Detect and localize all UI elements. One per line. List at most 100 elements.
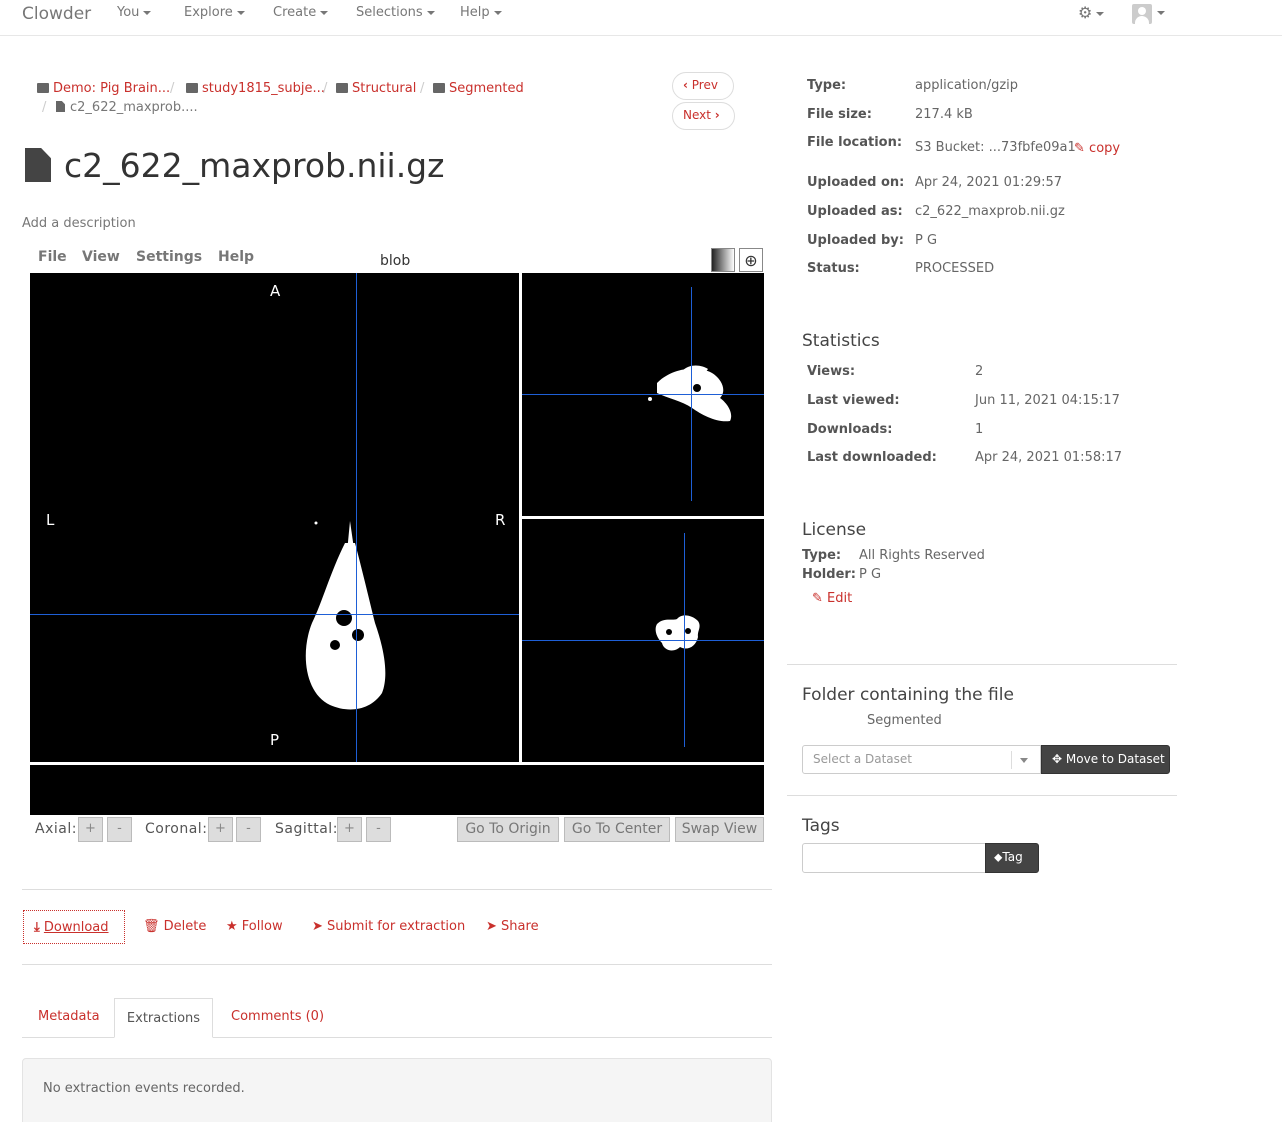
tags-heading: Tags: [802, 816, 840, 836]
add-tag-button[interactable]: ⬥Tag: [985, 843, 1039, 873]
type-label: Type:: [807, 78, 847, 93]
location-value: S3 Bucket: ...73fbfe09a1: [915, 140, 1076, 155]
swap-view-button[interactable]: Swap View: [675, 817, 764, 842]
viewer-coronal-panel[interactable]: [522, 273, 764, 516]
breadcrumb-separator: /: [323, 81, 328, 96]
type-value: application/gzip: [915, 78, 1019, 93]
download-icon: ⤓: [34, 920, 40, 935]
divider: [787, 664, 1177, 665]
share-button[interactable]: ➤ Share: [486, 919, 539, 934]
size-label: File size:: [807, 107, 872, 122]
chevron-down-icon: [320, 10, 329, 15]
orientation-top: A: [270, 282, 281, 300]
crosshair-horizontal: [30, 614, 519, 615]
license-type-value: All Rights Reserved: [859, 548, 985, 563]
viewer-main-panel[interactable]: A P L R: [30, 273, 519, 762]
move-to-dataset-button[interactable]: ✥ Move to Dataset: [1041, 745, 1170, 774]
uploaded-by-link[interactable]: P G: [915, 233, 937, 248]
go-to-center-button[interactable]: Go To Center: [564, 817, 670, 842]
nav-create[interactable]: Create: [273, 5, 329, 20]
orientation-bottom: P: [270, 731, 280, 749]
edit-icon: ✎: [812, 591, 823, 606]
viewer-slider-bar[interactable]: [30, 765, 764, 815]
chevron-left-icon: ‹: [683, 78, 688, 92]
add-description-link[interactable]: Add a description: [22, 216, 136, 231]
go-to-origin-button[interactable]: Go To Origin: [457, 817, 559, 842]
star-icon: ★: [226, 919, 238, 934]
breadcrumb-folder-segmented[interactable]: Segmented: [433, 81, 524, 96]
sagittal-minus-button[interactable]: -: [366, 817, 391, 842]
extractions-panel: No extraction events recorded.: [22, 1058, 772, 1122]
copy-button[interactable]: ✎ copy: [1074, 141, 1120, 156]
axial-plus-button[interactable]: +: [78, 817, 103, 842]
coronal-plus-button[interactable]: +: [208, 817, 233, 842]
send-icon: ➤: [312, 919, 323, 934]
breadcrumb-dataset[interactable]: study1815_subje...: [186, 81, 325, 96]
page-title: c2_622_maxprob.nii.gz: [64, 146, 445, 185]
prev-button[interactable]: ‹ Prev: [672, 72, 734, 100]
next-button[interactable]: Next ›: [672, 102, 735, 130]
last-downloaded-label: Last downloaded:: [807, 450, 937, 465]
viewer-menu-view[interactable]: View: [82, 249, 120, 265]
last-viewed-label: Last viewed:: [807, 393, 900, 408]
crosshair-horizontal: [522, 394, 764, 395]
license-holder-value: P G: [859, 567, 882, 582]
avatar[interactable]: [1132, 4, 1152, 24]
chevron-down-icon: [426, 10, 435, 15]
license-edit-button[interactable]: ✎ Edit: [812, 591, 852, 606]
nav-selections[interactable]: Selections: [356, 5, 435, 20]
nav-help[interactable]: Help: [460, 5, 502, 20]
contrast-icon[interactable]: [711, 248, 735, 272]
download-button[interactable]: ⤓ Download: [23, 910, 125, 944]
coronal-label: Coronal:: [145, 821, 208, 837]
tab-comments[interactable]: Comments (0): [231, 1009, 324, 1024]
folder-link[interactable]: Segmented: [867, 713, 942, 728]
viewer-sagittal-panel[interactable]: [522, 519, 764, 762]
statistics-heading: Statistics: [802, 331, 880, 351]
breadcrumb-space[interactable]: Demo: Pig Brain...: [37, 81, 170, 96]
tag-input[interactable]: [802, 843, 986, 873]
brand-logo[interactable]: Clowder: [22, 4, 91, 24]
axial-label: Axial:: [35, 821, 77, 837]
last-downloaded-value: Apr 24, 2021 01:58:17: [975, 450, 1123, 465]
uploaded-on-value: Apr 24, 2021 01:29:57: [915, 175, 1063, 190]
downloads-label: Downloads:: [807, 422, 893, 437]
dataset-select[interactable]: Select a Dataset: [802, 745, 1041, 774]
submit-extraction-button[interactable]: ➤ Submit for extraction: [312, 919, 465, 934]
breadcrumb-folder-structural[interactable]: Structural: [336, 81, 416, 96]
viewer-menu-help[interactable]: Help: [218, 249, 254, 265]
viewer-menu-settings[interactable]: Settings: [136, 249, 202, 265]
file-icon: [25, 148, 51, 182]
axial-minus-button[interactable]: -: [107, 817, 132, 842]
breadcrumb-separator: /: [42, 100, 47, 115]
tab-extractions[interactable]: Extractions: [114, 998, 213, 1038]
last-viewed-value: Jun 11, 2021 04:15:17: [975, 393, 1120, 408]
sagittal-plus-button[interactable]: +: [337, 817, 362, 842]
gear-icon[interactable]: ⚙: [1078, 3, 1105, 22]
nav-you[interactable]: You: [117, 5, 152, 20]
size-value: 217.4 kB: [915, 107, 973, 122]
breadcrumb-separator: /: [170, 81, 175, 96]
divider: [22, 889, 772, 890]
delete-button[interactable]: 🗑 Delete: [143, 919, 206, 934]
sagittal-label: Sagittal:: [275, 821, 338, 837]
follow-button[interactable]: ★ Follow: [226, 919, 283, 934]
uploaded-on-label: Uploaded on:: [807, 175, 905, 190]
file-icon: [56, 101, 65, 112]
divider: [22, 964, 772, 965]
viewer-image-label: blob: [380, 253, 411, 269]
nav-explore[interactable]: Explore: [184, 5, 245, 20]
globe-icon[interactable]: ⊕: [739, 248, 763, 272]
hdd-icon: [37, 83, 49, 93]
empty-message: No extraction events recorded.: [43, 1081, 245, 1096]
orientation-right: R: [495, 511, 506, 529]
status-value: PROCESSED: [915, 261, 995, 276]
uploaded-by-label: Uploaded by:: [807, 233, 904, 248]
coronal-minus-button[interactable]: -: [236, 817, 261, 842]
navbar: Clowder You Explore Create Selections He…: [0, 0, 1282, 36]
chevron-down-icon[interactable]: [1157, 11, 1165, 15]
license-type-label: Type:: [802, 548, 842, 563]
viewer-menu-file[interactable]: File: [38, 249, 67, 265]
chevron-down-icon: [493, 10, 502, 15]
tab-metadata[interactable]: Metadata: [38, 1009, 100, 1024]
